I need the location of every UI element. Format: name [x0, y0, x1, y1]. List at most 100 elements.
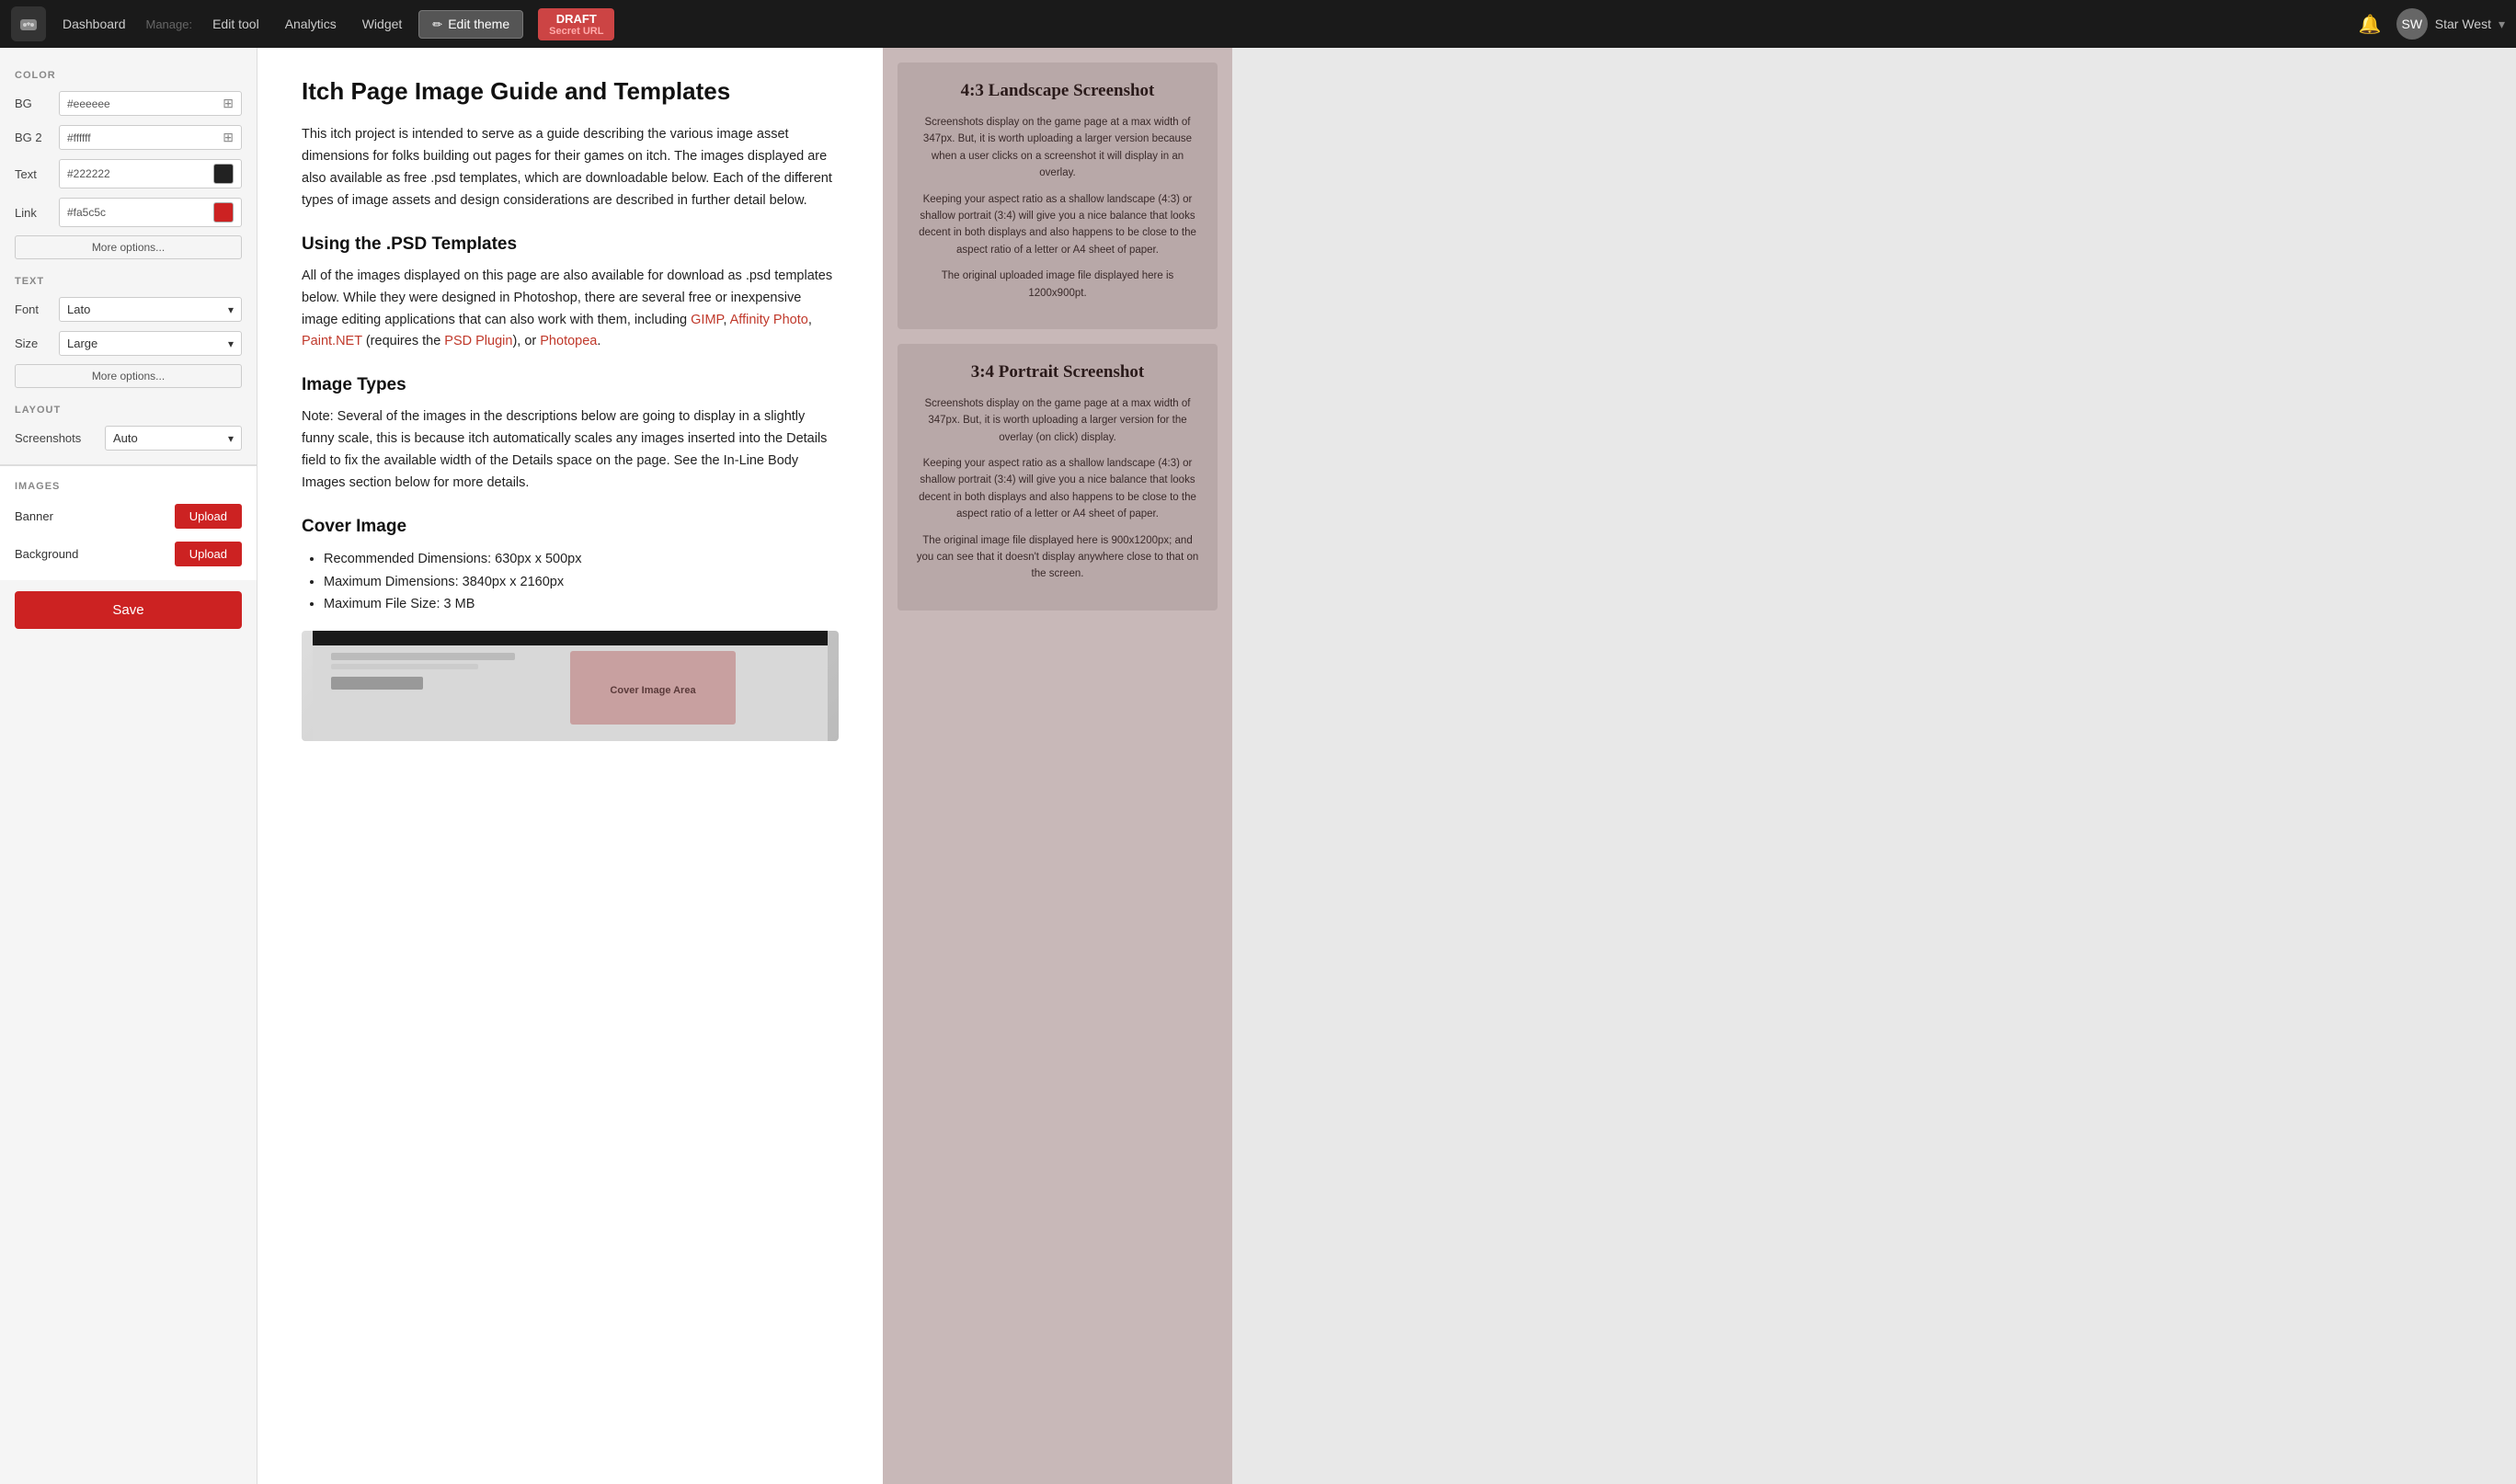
photopea-link[interactable]: Photopea: [540, 334, 597, 348]
banner-label: Banner: [15, 509, 167, 523]
font-select[interactable]: Lato: [59, 297, 242, 322]
background-label: Background: [15, 547, 167, 561]
chevron-down-icon: ▾: [2499, 17, 2505, 32]
text-section-label: TEXT: [0, 268, 257, 292]
draft-label: DRAFT: [556, 12, 597, 26]
nav-analytics[interactable]: Analytics: [276, 11, 346, 37]
bell-icon[interactable]: 🔔: [2351, 9, 2389, 40]
landscape-screenshot-card: 4:3 Landscape Screenshot Screenshots dis…: [898, 63, 1218, 329]
top-nav: Dashboard Manage: Edit tool Analytics Wi…: [0, 0, 2516, 48]
images-section-label: IMAGES: [0, 474, 257, 497]
using-psd-heading: Using the .PSD Templates: [302, 234, 839, 255]
font-value: Lato: [67, 303, 90, 316]
text-color-row: Text #222222: [0, 154, 257, 193]
nav-logo[interactable]: [11, 6, 46, 41]
portrait-screenshot-card: 3:4 Portrait Screenshot Screenshots disp…: [898, 344, 1218, 611]
bg2-color-input[interactable]: #ffffff ⊞: [59, 125, 242, 150]
screenshots-chevron-icon: [228, 431, 234, 445]
cover-image-heading: Cover Image: [302, 517, 839, 537]
link-color-label: Link: [15, 206, 51, 220]
close-paren: ), or: [512, 334, 540, 348]
pencil-icon: [432, 17, 442, 32]
landscape-card-title: 4:3 Landscape Screenshot: [961, 81, 1155, 101]
text-color-swatch[interactable]: [213, 164, 234, 184]
comma1: ,: [723, 313, 729, 327]
color-section-label: COLOR: [0, 63, 257, 86]
background-upload-button[interactable]: Upload: [175, 542, 242, 566]
comma2: ,: [808, 313, 812, 327]
preview-inner: Cover Image Area: [302, 631, 839, 741]
screenshots-value: Auto: [113, 431, 138, 445]
cover-image-preview: Cover Image Area: [302, 631, 839, 741]
grid-icon[interactable]: ⊞: [223, 96, 234, 111]
page-title: Itch Page Image Guide and Templates: [302, 77, 839, 106]
portrait-card-p3: The original image file displayed here i…: [916, 532, 1199, 583]
font-chevron-icon: [228, 303, 234, 316]
text-more-options-button[interactable]: More options...: [15, 364, 242, 388]
screenshots-select[interactable]: Auto: [105, 426, 242, 451]
nav-username: Star West: [2435, 17, 2491, 31]
affinity-link[interactable]: Affinity Photo: [730, 313, 808, 327]
nav-manage-label: Manage:: [143, 12, 197, 37]
period: .: [597, 334, 600, 348]
bg2-value: #ffffff: [67, 131, 91, 144]
nav-draft-button[interactable]: DRAFT Secret URL: [538, 8, 614, 40]
nav-dashboard[interactable]: Dashboard: [53, 11, 135, 37]
using-psd-paragraph: All of the images displayed on this page…: [302, 266, 839, 354]
bg-color-row: BG #eeeeee ⊞: [0, 86, 257, 120]
sidebar: COLOR BG #eeeeee ⊞ BG 2 #ffffff ⊞ Text #…: [0, 48, 257, 1484]
bg2-label: BG 2: [15, 131, 51, 144]
list-item: Maximum File Size: 3 MB: [324, 593, 839, 616]
link-color-row: Link #fa5c5c: [0, 193, 257, 232]
bg-color-input[interactable]: #eeeeee ⊞: [59, 91, 242, 116]
portrait-card-p1: Screenshots display on the game page at …: [916, 395, 1199, 446]
size-select[interactable]: Large: [59, 331, 242, 356]
nav-user[interactable]: SW Star West ▾: [2396, 8, 2505, 40]
landscape-card-p2: Keeping your aspect ratio as a shallow l…: [916, 191, 1199, 259]
gimp-link[interactable]: GIMP: [691, 313, 723, 327]
text-color-label: Text: [15, 167, 51, 181]
cover-image-list: Recommended Dimensions: 630px x 500px Ma…: [324, 548, 839, 616]
layout-section: LAYOUT Screenshots Auto: [0, 397, 257, 455]
svg-text:Cover Image Area: Cover Image Area: [610, 685, 696, 696]
intro-paragraph: This itch project is intended to serve a…: [302, 124, 839, 212]
paintnet-link[interactable]: Paint.NET: [302, 334, 362, 348]
size-row: Size Large: [0, 326, 257, 360]
images-section: IMAGES Banner Upload Background Upload: [0, 464, 257, 580]
nav-widget[interactable]: Widget: [353, 11, 412, 37]
landscape-card-p3: The original uploaded image file display…: [916, 268, 1199, 302]
main-layout: COLOR BG #eeeeee ⊞ BG 2 #ffffff ⊞ Text #…: [0, 48, 2516, 1484]
color-more-options-button[interactable]: More options...: [15, 235, 242, 259]
layout-section-label: LAYOUT: [0, 397, 257, 421]
size-chevron-icon: [228, 337, 234, 350]
text-color-input[interactable]: #222222: [59, 159, 242, 188]
link-color-swatch[interactable]: [213, 202, 234, 223]
banner-row: Banner Upload: [0, 497, 257, 535]
avatar: SW: [2396, 8, 2428, 40]
portrait-card-title: 3:4 Portrait Screenshot: [971, 362, 1145, 382]
secret-url-label: Secret URL: [549, 26, 603, 37]
text-color-value: #222222: [67, 167, 110, 180]
grid-icon-2[interactable]: ⊞: [223, 130, 234, 145]
bg-value: #eeeeee: [67, 97, 110, 110]
nav-edit-tool[interactable]: Edit tool: [203, 11, 269, 37]
portrait-card-p2: Keeping your aspect ratio as a shallow l…: [916, 455, 1199, 523]
requires-text: (requires the: [362, 334, 444, 348]
screenshots-label: Screenshots: [15, 431, 97, 445]
bg2-color-row: BG 2 #ffffff ⊞: [0, 120, 257, 154]
text-section: TEXT Font Lato Size Large More options..…: [0, 268, 257, 388]
content-area: Itch Page Image Guide and Templates This…: [257, 48, 2516, 1484]
image-types-heading: Image Types: [302, 375, 839, 395]
save-button[interactable]: Save: [15, 591, 242, 629]
background-row: Background Upload: [0, 535, 257, 573]
banner-upload-button[interactable]: Upload: [175, 504, 242, 529]
image-types-paragraph: Note: Several of the images in the descr…: [302, 406, 839, 495]
psd-plugin-link[interactable]: PSD Plugin: [444, 334, 512, 348]
main-content: Itch Page Image Guide and Templates This…: [257, 48, 883, 1484]
link-color-value: #fa5c5c: [67, 206, 106, 219]
nav-edit-theme-button[interactable]: Edit theme: [418, 10, 523, 39]
screenshots-row: Screenshots Auto: [0, 421, 257, 455]
font-label: Font: [15, 303, 51, 316]
list-item: Recommended Dimensions: 630px x 500px: [324, 548, 839, 571]
link-color-input[interactable]: #fa5c5c: [59, 198, 242, 227]
